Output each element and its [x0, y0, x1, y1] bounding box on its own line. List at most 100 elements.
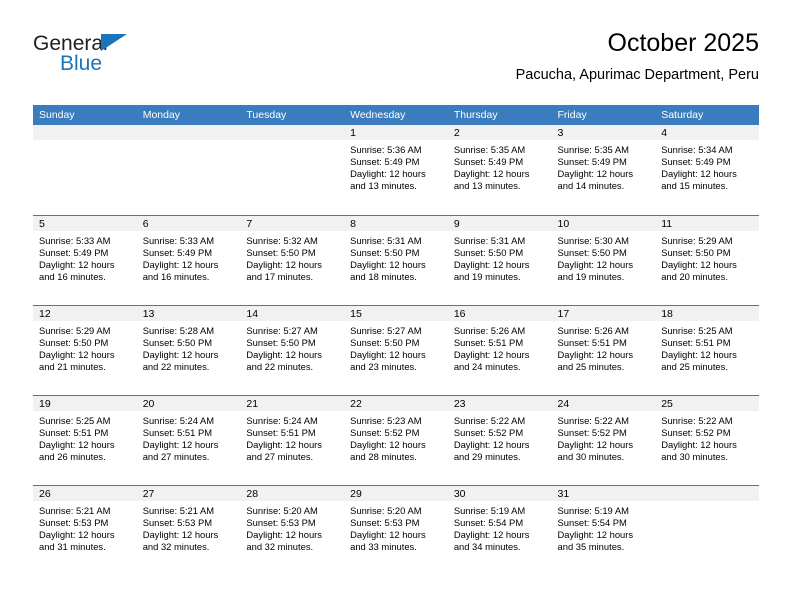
sunset-text: Sunset: 5:51 PM	[246, 426, 316, 438]
calendar-day-cell[interactable]: 2 Sunrise: 5:35 AM Sunset: 5:49 PM Daylight…	[447, 125, 552, 215]
day-details: Sunrise: 5:25 AM Sunset: 5:51 PM Daylight:…	[655, 321, 759, 373]
daylight-text-cont: and 23 minutes.	[350, 360, 417, 372]
day-number: 4	[655, 125, 759, 140]
day-number: 14	[240, 305, 345, 321]
calendar-day-cell[interactable]: 11 Sunrise: 5:29 AM Sunset: 5:50 PM Dayligh…	[655, 214, 759, 305]
daylight-text: Daylight: 12 hours	[661, 168, 737, 180]
daylight-text-cont: and 19 minutes.	[453, 270, 521, 282]
calendar-day-cell[interactable]: 24 Sunrise: 5:22 AM Sunset: 5:52 PM Dayligh…	[551, 394, 656, 485]
sunrise-text: Sunrise: 5:30 AM	[557, 234, 629, 246]
daylight-text-cont: and 28 minutes.	[350, 450, 417, 462]
weekday-header-wednesday: Wednesday	[344, 105, 448, 125]
sunset-text: Sunset: 5:49 PM	[142, 246, 213, 258]
calendar-day-cell[interactable]: 3 Sunrise: 5:35 AM Sunset: 5:49 PM Daylight…	[551, 125, 656, 215]
sunrise-text: Sunrise: 5:20 AM	[350, 504, 422, 516]
sunset-text: Sunset: 5:50 PM	[453, 246, 524, 258]
daylight-text: Daylight: 12 hours	[142, 528, 219, 540]
daylight-text: Daylight: 12 hours	[39, 348, 115, 360]
day-details: Sunrise: 5:26 AM Sunset: 5:51 PM Daylight:…	[552, 321, 656, 373]
calendar-body: 1 Sunrise: 5:36 AM Sunset: 5:49 PM Daylight…	[33, 125, 759, 575]
sunrise-text: Sunrise: 5:19 AM	[453, 504, 526, 516]
calendar-day-cell[interactable]: 18 Sunrise: 5:25 AM Sunset: 5:51 PM Dayligh…	[655, 304, 759, 395]
calendar-day-cell[interactable]: 31 Sunrise: 5:19 AM Sunset: 5:54 PM Dayligh…	[551, 484, 656, 575]
day-number: 16	[447, 305, 552, 321]
day-details: Sunrise: 5:27 AM Sunset: 5:50 PM Daylight:…	[240, 321, 344, 373]
calendar-day-cell[interactable]: 22 Sunrise: 5:23 AM Sunset: 5:52 PM Dayligh…	[344, 394, 448, 485]
generalblue-logo[interactable]: General Blue	[33, 32, 263, 92]
day-details: Sunrise: 5:21 AM Sunset: 5:53 PM Daylight:…	[137, 501, 241, 553]
calendar-day-cell[interactable]: 29 Sunrise: 5:20 AM Sunset: 5:53 PM Dayligh…	[344, 484, 448, 575]
day-details: Sunrise: 5:20 AM Sunset: 5:53 PM Daylight:…	[240, 501, 344, 553]
calendar-day-cell[interactable]: 10 Sunrise: 5:30 AM Sunset: 5:50 PM Dayligh…	[551, 214, 656, 305]
day-number: 12	[33, 305, 137, 321]
day-number: 22	[344, 395, 448, 411]
sunset-text: Sunset: 5:50 PM	[246, 246, 316, 258]
page-title: October 2025	[607, 29, 760, 57]
day-number	[655, 485, 759, 501]
day-details: Sunrise: 5:26 AM Sunset: 5:51 PM Daylight:…	[448, 321, 552, 373]
day-details: Sunrise: 5:33 AM Sunset: 5:49 PM Daylight:…	[33, 231, 137, 283]
sunrise-text: Sunrise: 5:19 AM	[557, 504, 629, 516]
day-number: 30	[447, 485, 552, 501]
calendar-day-cell[interactable]: 28 Sunrise: 5:20 AM Sunset: 5:53 PM Dayligh…	[240, 484, 345, 575]
daylight-text-cont: and 25 minutes.	[557, 360, 625, 372]
calendar-day-cell[interactable]: 7 Sunrise: 5:32 AM Sunset: 5:50 PM Daylight…	[240, 214, 345, 305]
sunrise-text: Sunrise: 5:29 AM	[661, 234, 733, 246]
calendar-day-cell[interactable]: 14 Sunrise: 5:27 AM Sunset: 5:50 PM Dayligh…	[240, 304, 345, 395]
day-details: Sunrise: 5:25 AM Sunset: 5:51 PM Daylight:…	[33, 411, 137, 463]
daylight-text: Daylight: 12 hours	[557, 348, 634, 360]
sunset-text: Sunset: 5:53 PM	[350, 516, 420, 528]
calendar-day-cell[interactable]: 9 Sunrise: 5:31 AM Sunset: 5:50 PM Daylight…	[447, 214, 552, 305]
calendar-day-cell[interactable]: 1 Sunrise: 5:36 AM Sunset: 5:49 PM Daylight…	[344, 125, 448, 215]
daylight-text-cont: and 14 minutes.	[557, 180, 625, 192]
daylight-text-cont: and 31 minutes.	[39, 540, 106, 552]
sunset-text: Sunset: 5:51 PM	[661, 336, 731, 348]
calendar-header-row: Sunday Monday Tuesday Wednesday Thursday…	[33, 105, 759, 125]
day-details: Sunrise: 5:33 AM Sunset: 5:49 PM Daylight:…	[137, 231, 241, 283]
weekday-header-thursday: Thursday	[447, 105, 552, 125]
calendar-day-cell[interactable]: 21 Sunrise: 5:24 AM Sunset: 5:51 PM Dayligh…	[240, 394, 345, 485]
calendar-day-cell[interactable]: 16 Sunrise: 5:26 AM Sunset: 5:51 PM Dayligh…	[447, 304, 552, 395]
daylight-text: Daylight: 12 hours	[350, 348, 426, 360]
calendar-day-cell[interactable]: 26 Sunrise: 5:21 AM Sunset: 5:53 PM Dayligh…	[33, 484, 137, 575]
day-details: Sunrise: 5:36 AM Sunset: 5:49 PM Daylight:…	[344, 140, 448, 192]
calendar-day-cell[interactable]: 19 Sunrise: 5:25 AM Sunset: 5:51 PM Dayligh…	[33, 394, 137, 485]
calendar-day-cell[interactable]: 6 Sunrise: 5:33 AM Sunset: 5:49 PM Daylight…	[136, 214, 241, 305]
sunrise-text: Sunrise: 5:27 AM	[246, 324, 318, 336]
day-number: 2	[447, 125, 552, 140]
calendar-page: General Blue October 2025 Pacucha, Apuri…	[0, 0, 792, 612]
calendar-day-cell[interactable]: 13 Sunrise: 5:28 AM Sunset: 5:50 PM Dayligh…	[136, 304, 241, 395]
daylight-text: Daylight: 12 hours	[661, 438, 737, 450]
daylight-text: Daylight: 12 hours	[350, 528, 426, 540]
day-number: 11	[655, 215, 759, 231]
calendar-day-cell[interactable]: 4 Sunrise: 5:34 AM Sunset: 5:49 PM Daylight…	[655, 125, 759, 215]
calendar-day-cell[interactable]: 30 Sunrise: 5:19 AM Sunset: 5:54 PM Dayligh…	[447, 484, 552, 575]
calendar-day-cell[interactable]: 12 Sunrise: 5:29 AM Sunset: 5:50 PM Dayligh…	[33, 304, 137, 395]
daylight-text-cont: and 18 minutes.	[350, 270, 417, 282]
calendar-day-cell[interactable]: 27 Sunrise: 5:21 AM Sunset: 5:53 PM Dayligh…	[136, 484, 241, 575]
daylight-text: Daylight: 12 hours	[246, 438, 322, 450]
day-details: Sunrise: 5:20 AM Sunset: 5:53 PM Daylight:…	[344, 501, 448, 553]
day-details: Sunrise: 5:23 AM Sunset: 5:52 PM Daylight:…	[344, 411, 448, 463]
day-details: Sunrise: 5:35 AM Sunset: 5:49 PM Daylight:…	[552, 140, 656, 192]
calendar-day-cell[interactable]: 23 Sunrise: 5:22 AM Sunset: 5:52 PM Dayligh…	[447, 394, 552, 485]
sunset-text: Sunset: 5:52 PM	[661, 426, 731, 438]
sunrise-text: Sunrise: 5:33 AM	[142, 234, 215, 246]
sunset-text: Sunset: 5:50 PM	[557, 246, 627, 258]
daylight-text-cont: and 22 minutes.	[142, 360, 210, 372]
sunset-text: Sunset: 5:49 PM	[39, 246, 109, 258]
daylight-text: Daylight: 12 hours	[453, 168, 530, 180]
sunrise-text: Sunrise: 5:28 AM	[142, 324, 215, 336]
calendar-day-cell[interactable]: 25 Sunrise: 5:22 AM Sunset: 5:52 PM Dayligh…	[655, 394, 759, 485]
daylight-text: Daylight: 12 hours	[453, 258, 530, 270]
daylight-text-cont: and 32 minutes.	[142, 540, 210, 552]
calendar-day-cell[interactable]: 20 Sunrise: 5:24 AM Sunset: 5:51 PM Dayligh…	[136, 394, 241, 485]
calendar-day-cell[interactable]: 17 Sunrise: 5:26 AM Sunset: 5:51 PM Dayligh…	[551, 304, 656, 395]
sunset-text: Sunset: 5:52 PM	[453, 426, 524, 438]
calendar-grid: Sunday Monday Tuesday Wednesday Thursday…	[33, 105, 759, 575]
daylight-text-cont: and 20 minutes.	[661, 270, 728, 282]
day-number: 10	[551, 215, 656, 231]
calendar-day-cell[interactable]: 8 Sunrise: 5:31 AM Sunset: 5:50 PM Daylight…	[344, 214, 448, 305]
calendar-day-cell[interactable]: 15 Sunrise: 5:27 AM Sunset: 5:50 PM Dayligh…	[344, 304, 448, 395]
calendar-day-cell[interactable]: 5 Sunrise: 5:33 AM Sunset: 5:49 PM Daylight…	[33, 214, 137, 305]
